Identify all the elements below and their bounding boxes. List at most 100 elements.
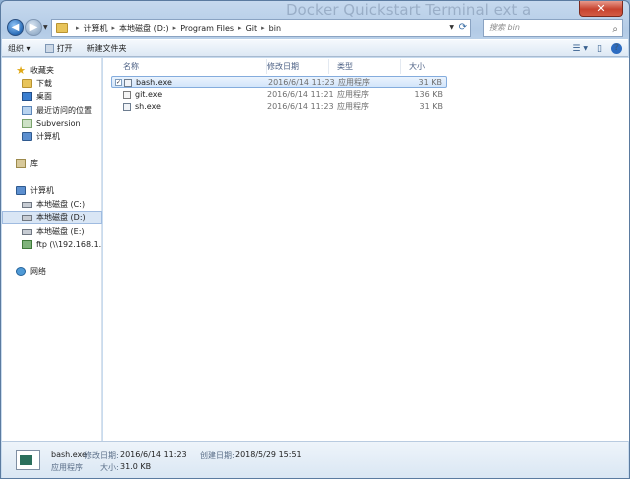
details-created-value: 2018/5/29 15:51 — [235, 450, 302, 459]
details-modified-label: 修改日期: — [84, 451, 119, 460]
nav-ftp[interactable]: ftp (\\192.168.1.125 — [22, 238, 102, 251]
subversion-icon — [22, 119, 32, 128]
chevron-right-icon[interactable]: ▸ — [112, 24, 116, 32]
downloads-folder-icon — [22, 79, 32, 88]
column-header-name[interactable]: 名称 — [117, 59, 267, 74]
nav-label: 网络 — [30, 267, 46, 276]
column-type-label: 类型 — [337, 62, 353, 71]
column-header-date[interactable]: 修改日期 — [261, 59, 329, 74]
file-row[interactable]: sh.exe 2016/6/14 11:23 应用程序 31 KB — [111, 101, 447, 113]
search-icon[interactable]: ⌕ — [612, 22, 618, 38]
details-size-label: 大小: — [100, 463, 119, 472]
libraries-icon — [16, 159, 26, 168]
breadcrumb-program-files[interactable]: Program Files — [180, 24, 234, 33]
toolbar-right: ☰ ▼ ▯ ? — [563, 43, 622, 54]
executable-file-icon — [124, 79, 132, 87]
navigation-pane: ★ 收藏夹 下载 桌面 最近访问的位置 Subversion 计算机 库 计算机… — [2, 58, 102, 441]
column-name-label: 名称 — [123, 62, 139, 71]
command-bar: 组织 ▾ 打开 新建文件夹 ☰ ▼ ▯ ? — [2, 39, 628, 57]
back-button[interactable]: ◀ — [7, 19, 24, 36]
drive-icon — [22, 201, 32, 208]
file-row[interactable]: ✓ bash.exe 2016/6/14 11:23 应用程序 31 KB — [111, 76, 447, 88]
chevron-right-icon[interactable]: ▸ — [173, 24, 177, 32]
details-type: 应用程序 — [51, 463, 83, 472]
file-name: bash.exe — [136, 78, 172, 87]
checkbox-icon[interactable]: ✓ — [115, 79, 122, 86]
breadcrumb-git[interactable]: Git — [246, 24, 258, 33]
forward-button[interactable]: ▶ — [25, 19, 42, 36]
network-drive-icon — [22, 240, 32, 249]
view-dropdown-icon[interactable]: ▼ — [583, 45, 588, 52]
nav-label: 本地磁盘 (E:) — [36, 227, 85, 236]
file-list: 名称 修改日期 类型 大小 ✓ bash.exe 2016/6/14 11:23… — [103, 58, 629, 441]
file-date: 2016/6/14 11:23 — [268, 78, 335, 87]
column-size-label: 大小 — [409, 62, 425, 71]
open-icon — [44, 43, 54, 53]
computer-icon — [16, 186, 26, 195]
help-icon[interactable]: ? — [611, 43, 622, 54]
chevron-right-icon[interactable]: ▸ — [238, 24, 242, 32]
breadcrumb-bin[interactable]: bin — [269, 24, 281, 33]
nav-computer[interactable]: 计算机 — [16, 184, 116, 197]
nav-label: 最近访问的位置 — [36, 106, 92, 115]
explorer-window: Docker Quickstart Terminal ext a ✕ ◀ ▶ ▼… — [0, 0, 630, 479]
organize-button[interactable]: 组织 ▾ — [8, 43, 31, 54]
file-size: 136 KB — [414, 90, 443, 99]
chevron-right-icon[interactable]: ▸ — [76, 24, 80, 32]
new-folder-label: 新建文件夹 — [86, 43, 127, 53]
nav-libraries[interactable]: 库 — [16, 157, 116, 170]
address-dropdown-icon[interactable]: ▼ — [449, 24, 454, 31]
close-button[interactable]: ✕ — [579, 1, 623, 17]
nav-drive-c[interactable]: 本地磁盘 (C:) — [22, 198, 102, 211]
details-created-label: 创建日期: — [200, 451, 235, 460]
drive-icon — [22, 214, 32, 221]
nav-drive-d[interactable]: 本地磁盘 (D:) — [2, 211, 102, 224]
nav-network[interactable]: 网络 — [16, 265, 116, 278]
folder-icon — [56, 23, 68, 33]
file-row[interactable]: git.exe 2016/6/14 11:21 应用程序 136 KB — [111, 89, 447, 101]
recent-pages-dropdown-icon[interactable]: ▼ — [43, 24, 48, 31]
refresh-icon[interactable]: ⟳ — [459, 22, 467, 33]
breadcrumb-computer[interactable]: 计算机 — [84, 23, 108, 34]
organize-label: 组织 ▾ — [8, 43, 31, 53]
git-file-icon — [123, 91, 131, 99]
search-placeholder: 搜索 bin — [489, 23, 520, 32]
file-type: 应用程序 — [338, 78, 370, 87]
open-label: 打开 — [56, 43, 73, 53]
recent-places-icon — [22, 106, 32, 115]
nav-favorites[interactable]: ★ 收藏夹 — [16, 64, 116, 77]
background-window-title: Docker Quickstart Terminal ext a — [286, 1, 532, 19]
file-name: git.exe — [135, 90, 163, 99]
file-name: sh.exe — [135, 102, 161, 111]
open-button[interactable]: 打开 — [44, 43, 73, 54]
chevron-right-icon[interactable]: ▸ — [261, 24, 265, 32]
nav-label: Subversion — [36, 119, 81, 128]
nav-label: ftp (\\192.168.1.125 — [36, 240, 102, 249]
details-modified-value: 2016/6/14 11:23 — [120, 450, 187, 459]
details-filename: bash.exe — [51, 450, 87, 459]
column-header-size[interactable]: 大小 — [403, 59, 449, 74]
file-date: 2016/6/14 11:23 — [267, 102, 334, 111]
executable-file-icon — [16, 450, 40, 470]
address-bar[interactable]: ▸ 计算机 ▸ 本地磁盘 (D:) ▸ Program Files ▸ Git … — [51, 19, 471, 37]
file-size: 31 KB — [419, 102, 443, 111]
file-type: 应用程序 — [337, 90, 369, 99]
network-icon — [16, 267, 26, 276]
view-options-icon[interactable]: ☰ — [572, 44, 580, 54]
search-input[interactable]: 搜索 bin ⌕ — [483, 19, 623, 37]
star-icon: ★ — [16, 64, 26, 77]
breadcrumb-drive-d[interactable]: 本地磁盘 (D:) — [119, 23, 169, 34]
nav-label: 库 — [30, 159, 38, 168]
details-size-value: 31.0 KB — [120, 462, 152, 471]
column-header-type[interactable]: 类型 — [331, 59, 401, 74]
nav-label: 本地磁盘 (C:) — [36, 200, 86, 209]
nav-label: 收藏夹 — [30, 66, 54, 75]
drive-icon — [22, 228, 32, 235]
nav-drive-e[interactable]: 本地磁盘 (E:) — [22, 225, 102, 238]
new-folder-button[interactable]: 新建文件夹 — [87, 43, 127, 54]
nav-label: 下载 — [36, 79, 52, 88]
file-size: 31 KB — [418, 78, 442, 87]
preview-pane-icon[interactable]: ▯ — [597, 44, 602, 54]
file-date: 2016/6/14 11:21 — [267, 90, 334, 99]
file-type: 应用程序 — [337, 102, 369, 111]
